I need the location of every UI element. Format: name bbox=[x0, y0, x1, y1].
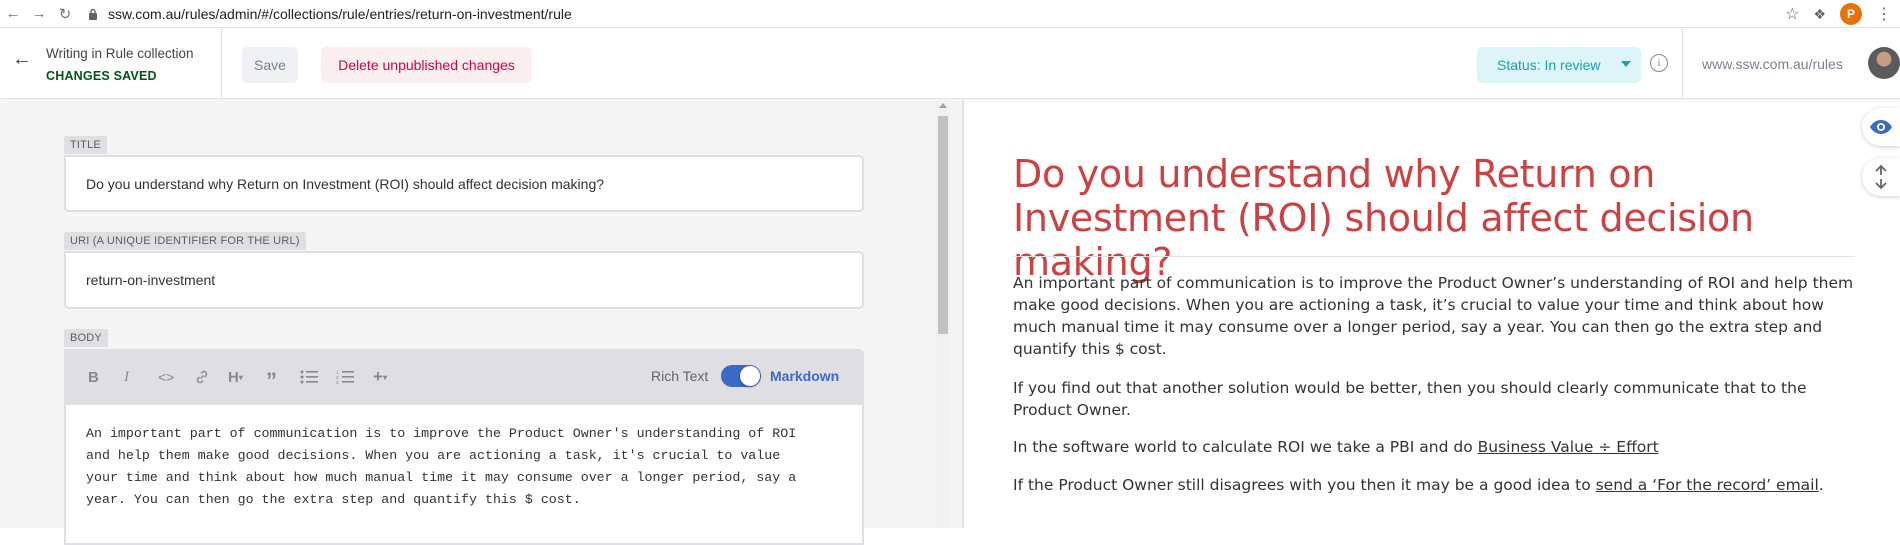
site-link[interactable]: www.ssw.com.au/rules bbox=[1702, 56, 1843, 72]
save-status: CHANGES SAVED bbox=[46, 69, 157, 83]
preview-text: If the Product Owner still disagrees wit… bbox=[1013, 476, 1596, 494]
profile-avatar[interactable]: P bbox=[1840, 3, 1862, 25]
editor-toolbar: B I <> H ▾ ” 123 + ▾ Rich Text Markdown bbox=[64, 349, 864, 405]
save-button[interactable]: Save bbox=[242, 47, 298, 83]
svg-text:3: 3 bbox=[336, 380, 339, 384]
browser-toolbar: ← → ↻ ssw.com.au/rules/admin/#/collectio… bbox=[0, 0, 1900, 28]
uri-label: URI (A UNIQUE IDENTIFIER FOR THE URL) bbox=[64, 232, 306, 250]
title-label: TITLE bbox=[64, 136, 107, 154]
link-icon[interactable] bbox=[194, 367, 210, 387]
chevron-down-icon bbox=[1621, 61, 1631, 67]
header-divider bbox=[221, 28, 222, 99]
add-component-icon[interactable]: + ▾ bbox=[373, 367, 387, 387]
preview-paragraph: If you find out that another solution wo… bbox=[1013, 379, 1807, 419]
cms-header: ← Writing in Rule collection CHANGES SAV… bbox=[0, 28, 1900, 99]
info-icon[interactable]: i bbox=[1650, 54, 1668, 72]
editor-scrollbar-thumb[interactable] bbox=[938, 116, 948, 334]
preview-text: In the software world to calculate ROI w… bbox=[1013, 438, 1478, 456]
preview-paragraph: An important part of communication is to… bbox=[1013, 274, 1854, 358]
business-value-link[interactable]: Business Value ÷ Effort bbox=[1478, 438, 1659, 456]
reload-icon[interactable]: ↻ bbox=[52, 1, 78, 27]
markdown-label: Markdown bbox=[770, 368, 840, 384]
delete-unpublished-button[interactable]: Delete unpublished changes bbox=[321, 47, 532, 83]
body-line: and help them make good decisions. When … bbox=[86, 448, 781, 463]
italic-icon[interactable]: I bbox=[124, 367, 129, 387]
header-divider bbox=[1682, 28, 1683, 99]
forward-icon[interactable]: → bbox=[26, 1, 52, 27]
heading-icon[interactable]: H ▾ bbox=[228, 367, 243, 387]
markdown-toggle[interactable] bbox=[721, 365, 761, 387]
back-to-collection-icon[interactable]: ← bbox=[12, 48, 32, 71]
scroll-sync-icon[interactable] bbox=[1862, 158, 1900, 196]
rich-text-label: Rich Text bbox=[651, 368, 709, 384]
lock-icon[interactable] bbox=[88, 8, 102, 20]
eye-icon[interactable] bbox=[1862, 108, 1900, 146]
collection-title[interactable]: Writing in Rule collection bbox=[46, 46, 194, 61]
bold-icon[interactable]: B bbox=[88, 367, 99, 387]
uri-field[interactable]: return-on-investment bbox=[64, 251, 864, 309]
body-line: year. You can then go the extra step and… bbox=[86, 492, 581, 507]
preview-divider bbox=[1013, 256, 1855, 257]
numbered-list-icon[interactable]: 123 bbox=[336, 367, 354, 387]
bookmark-star-icon[interactable]: ☆ bbox=[1785, 4, 1799, 24]
toggle-knob bbox=[740, 366, 760, 386]
preview-paragraph: If the Product Owner still disagrees wit… bbox=[1013, 474, 1855, 496]
back-icon[interactable]: ← bbox=[0, 1, 26, 27]
quote-icon[interactable]: ” bbox=[266, 367, 277, 393]
preview-text: . bbox=[1818, 476, 1824, 494]
browser-menu-icon[interactable]: ⋮ bbox=[1876, 4, 1892, 24]
preview-paragraph: In the software world to calculate ROI w… bbox=[1013, 436, 1855, 458]
body-label: BODY bbox=[64, 329, 108, 347]
for-the-record-link[interactable]: send a ‘For the record’ email bbox=[1596, 476, 1819, 494]
preview-title: Do you understand why Return on Investme… bbox=[1013, 152, 1754, 284]
address-bar[interactable]: ssw.com.au/rules/admin/#/collections/rul… bbox=[108, 6, 572, 22]
status-label: Status: In review bbox=[1497, 57, 1601, 73]
body-line: An important part of communication is to… bbox=[86, 426, 797, 441]
scroll-up-icon[interactable] bbox=[939, 103, 947, 108]
code-icon[interactable]: <> bbox=[158, 367, 174, 387]
extensions-icon[interactable]: ❖ bbox=[1813, 6, 1826, 23]
status-dropdown[interactable]: Status: In review bbox=[1477, 47, 1641, 83]
body-line: your time and think about how much manua… bbox=[86, 470, 797, 485]
bulleted-list-icon[interactable] bbox=[300, 367, 318, 387]
body-editor[interactable]: An important part of communication is to… bbox=[64, 405, 864, 545]
user-avatar[interactable] bbox=[1868, 47, 1900, 79]
title-field[interactable]: Do you understand why Return on Investme… bbox=[64, 155, 864, 212]
